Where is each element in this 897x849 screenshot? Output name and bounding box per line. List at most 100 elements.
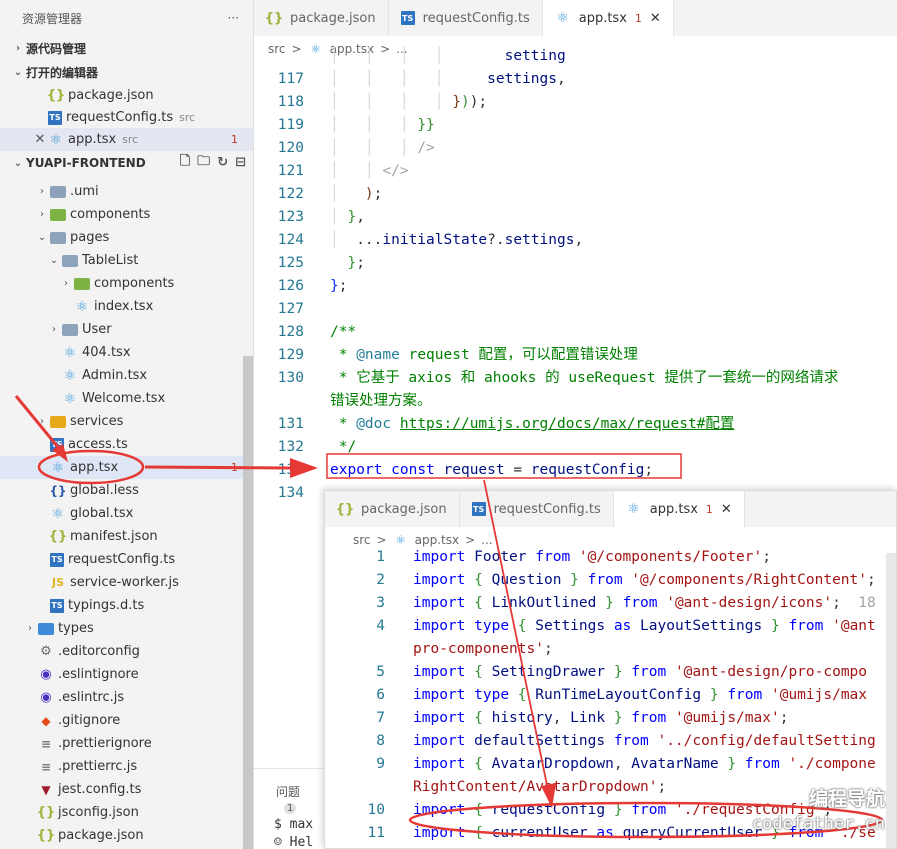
breadcrumb-item[interactable]: src (353, 533, 371, 547)
line-number: 130 (277, 370, 304, 386)
breadcrumb-separator: > (376, 533, 387, 547)
file-name: app.tsx (68, 132, 117, 147)
tab-app-tsx[interactable]: ⚛ app.tsx 1 ✕ (542, 0, 674, 36)
tree-file[interactable]: {} global.less (0, 479, 253, 502)
code-text: * @name request 配置，可以配置错误处理 (330, 347, 638, 363)
file-name: TableList (82, 253, 139, 268)
explorer-sidebar: 资源管理器 ··· › 源代码管理 ⌄ 打开的编辑器 {} package.jso… (0, 0, 254, 849)
tree-folder[interactable]: › components (0, 272, 253, 295)
breadcrumb-item[interactable]: app.tsx (415, 533, 459, 547)
code-text: export const request = requestConfig; (330, 462, 654, 478)
tree-file[interactable]: JS service-worker.js (0, 571, 253, 594)
new-folder-icon[interactable]: 🗀 (197, 152, 210, 174)
tree-folder[interactable]: › .umi (0, 180, 253, 203)
open-editor-item[interactable]: {} package.json (0, 84, 253, 107)
open-editors-section[interactable]: ⌄ 打开的编辑器 (0, 60, 253, 84)
overlay-scrollbar[interactable] (886, 553, 896, 848)
close-icon[interactable]: ✕ (650, 11, 661, 26)
tree-file[interactable]: TS access.ts (0, 433, 253, 456)
tab-requestConfig-ts[interactable]: TS requestConfig.ts (389, 0, 543, 36)
tree-file[interactable]: TS typings.d.ts (0, 594, 253, 617)
tree-file[interactable]: ⚛ Admin.tsx (0, 364, 253, 387)
project-section[interactable]: ⌄ YUAPI-FRONTEND 🗋 🗀 ↻ ⊟ (0, 151, 253, 175)
tree-folder[interactable]: › services (0, 410, 253, 433)
new-file-icon[interactable]: 🗋 (180, 152, 190, 174)
tab-package-json[interactable]: {} package.json (325, 491, 460, 527)
open-editor-item[interactable]: TS requestConfig.ts src (0, 106, 253, 129)
tree-file[interactable]: ⚙ .editorconfig (0, 640, 253, 663)
ts-icon: TS (400, 11, 415, 25)
line-number: 124 (277, 232, 304, 248)
json-icon: {} (46, 88, 66, 103)
close-icon[interactable]: ✕ (32, 132, 48, 148)
code-text: │ ); (330, 186, 383, 202)
file-name: requestConfig.ts (68, 552, 176, 567)
source-control-section[interactable]: › 源代码管理 (0, 36, 253, 60)
emoji-icon: ☺ (274, 835, 282, 849)
json-icon: {} (48, 529, 68, 544)
tab-problems[interactable]: 问题 1 (276, 783, 324, 814)
tree-file[interactable]: {} package.json (0, 824, 253, 847)
tree-file[interactable]: ⚛ Welcome.tsx (0, 387, 253, 410)
tree-file[interactable]: TS requestConfig.ts (0, 548, 253, 571)
react-icon: ⚛ (556, 10, 570, 26)
refresh-icon[interactable]: ↻ (217, 155, 228, 170)
tree-file[interactable]: {} manifest.json (0, 525, 253, 548)
open-editor-item[interactable]: ✕ ⚛ app.tsx src 1 (0, 128, 253, 151)
tree-folder[interactable]: › components (0, 203, 253, 226)
tree-file[interactable]: ⚛ global.tsx (0, 502, 253, 525)
tab-label: requestConfig.ts (422, 10, 530, 26)
line-number: 1 (376, 549, 385, 565)
line-number: 125 (277, 255, 304, 271)
close-icon[interactable]: ✕ (721, 502, 732, 517)
sidebar-scrollbar[interactable] (243, 356, 253, 849)
tree-file[interactable]: ◆ .gitignore (0, 709, 253, 732)
ts-icon: TS (48, 110, 62, 125)
breadcrumb-item[interactable]: ... (481, 533, 492, 547)
file-name: access.ts (68, 437, 128, 452)
code-line: 4 import type { Settings as LayoutSetting… (325, 615, 876, 638)
code-line: 119 │ │ │ }} (254, 114, 435, 137)
tree-file[interactable]: ⚛ index.tsx (0, 295, 253, 318)
code-line: 134 (254, 482, 304, 505)
tree-file[interactable]: ⚛ app.tsx 1 (0, 456, 253, 479)
code-text: │ }, (330, 209, 365, 225)
tab-requestConfig-ts[interactable]: TS requestConfig.ts (460, 491, 614, 527)
line-number: 123 (277, 209, 304, 225)
ts-icon: TS (50, 552, 64, 567)
ellipsis-icon[interactable]: ··· (228, 11, 239, 25)
code-text: │ │ │ │ settings, (330, 71, 566, 87)
less-icon: {} (49, 483, 67, 498)
file-name: jsconfig.json (58, 805, 139, 820)
code-line: 121 │ │ </> (254, 160, 409, 183)
line-number: 9 (376, 756, 385, 772)
tree-file[interactable]: ◉ .eslintrc.js (0, 686, 253, 709)
code-text: │ ...initialState?.settings, (330, 232, 584, 248)
code-text: */ (330, 439, 357, 455)
tree-file[interactable]: ◉ .eslintignore (0, 663, 253, 686)
file-name: typings.d.ts (68, 598, 145, 613)
js-icon: JS (51, 576, 64, 589)
terminal-line: ☺ Hel (274, 835, 313, 849)
code-text: │ │ │ }} (330, 117, 435, 133)
line-number: 133 (277, 462, 304, 478)
tree-file[interactable]: ▼ jest.config.ts (0, 778, 253, 801)
tree-file[interactable]: {} jsconfig.json (0, 801, 253, 824)
tree-file[interactable]: ≡ .prettierignore (0, 732, 253, 755)
problems-badge: 1 (284, 803, 297, 814)
tab-package-json[interactable]: {} package.json (254, 0, 389, 36)
code-line: 6 import type { RunTimeLayoutConfig } fro… (325, 684, 867, 707)
tree-folder[interactable]: › User (0, 318, 253, 341)
tab-app-tsx[interactable]: ⚛ app.tsx 1 ✕ (613, 491, 745, 527)
tree-folder[interactable]: ⌄ pages (0, 226, 253, 249)
tree-folder[interactable]: ⌄ TableList (0, 249, 253, 272)
source-control-title: 源代码管理 (26, 41, 87, 56)
ts-icon: TS (50, 437, 64, 452)
line-number: 128 (277, 324, 304, 340)
tree-folder[interactable]: › types (0, 617, 253, 640)
tree-file[interactable]: ≡ .prettierrc.js (0, 755, 253, 778)
collapse-all-icon[interactable]: ⊟ (235, 155, 246, 170)
tree-file[interactable]: ⚛ 404.tsx (0, 341, 253, 364)
code-text: │ │ │ │ setting (330, 48, 566, 64)
react-icon: ⚛ (63, 390, 77, 407)
